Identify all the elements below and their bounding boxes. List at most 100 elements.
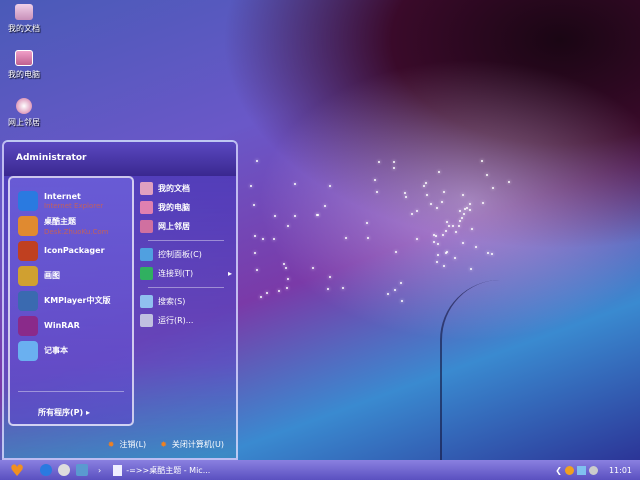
place-label: 我的电脑 (158, 202, 190, 213)
sparkle (462, 242, 464, 244)
place-item[interactable]: 控制面板(C) (140, 245, 232, 264)
tray-expand-icon[interactable]: ❮ (555, 466, 562, 475)
sparkle (461, 217, 463, 219)
sparkle (394, 289, 396, 291)
sparkle (411, 213, 413, 215)
sparkle (366, 222, 368, 224)
sparkle (253, 204, 255, 206)
sparkle (481, 160, 483, 162)
sparkle (469, 209, 471, 211)
program-subtitle: Internet Explorer (44, 202, 103, 210)
place-item[interactable]: 搜索(S) (140, 292, 232, 311)
sparkle (458, 225, 460, 227)
desktop-icon-my-computer[interactable]: 我的电脑 (2, 50, 46, 80)
place-icon (140, 267, 153, 280)
sparkle (285, 267, 287, 269)
clock-tray-icon[interactable] (589, 466, 598, 475)
window-title: -=>>桌酷主题 - Mic... (126, 465, 210, 476)
all-programs-button[interactable]: 所有程序(P) ▸ (38, 407, 90, 418)
sparkle (459, 210, 461, 212)
places-list: 我的文档我的电脑网上邻居控制面板(C) 连接到(T) ▸ 搜索(S) 运行(R)... (140, 176, 232, 330)
media-icon[interactable] (58, 464, 70, 476)
program-item[interactable]: 桌酷主题 Desk.ZhuoKu.Com (10, 213, 132, 238)
sparkle (471, 228, 473, 230)
shutdown-button[interactable]: ✸ 关闭计算机(U) (160, 439, 224, 450)
sparkle (254, 252, 256, 254)
network-tray-icon[interactable] (577, 466, 586, 475)
qq-icon[interactable] (565, 466, 574, 475)
sparkle (436, 207, 438, 209)
program-icon (18, 241, 38, 261)
program-item[interactable]: 画图 (10, 263, 132, 288)
sparkle (426, 194, 428, 196)
desktop-icon[interactable] (76, 464, 88, 476)
separator (18, 391, 124, 392)
sparkle (378, 161, 380, 163)
sparkle (376, 191, 378, 193)
user-name: Administrator (4, 142, 236, 176)
sparkle (433, 241, 435, 243)
sparkle (437, 254, 439, 256)
program-item[interactable]: Internet Internet Explorer (10, 188, 132, 213)
separator (148, 240, 224, 241)
sparkle (464, 208, 466, 210)
system-tray: ❮ 11:01 (555, 466, 640, 475)
logoff-button[interactable]: ✸ 注销(L) (108, 439, 146, 450)
sparkle (404, 192, 406, 194)
sparkle (342, 287, 344, 289)
word-icon (113, 465, 122, 476)
program-label: 桌酷主题 (44, 217, 76, 226)
sparkle (443, 191, 445, 193)
place-item[interactable]: 我的电脑 (140, 198, 232, 217)
desktop-icon-my-documents[interactable]: 我的文档 (2, 4, 46, 34)
sparkle (260, 296, 262, 298)
sparkle (446, 251, 448, 253)
sparkle (256, 269, 258, 271)
program-subtitle: Desk.ZhuoKu.Com (44, 228, 108, 236)
sparkle (491, 253, 493, 255)
shutdown-label: 关闭计算机(U) (172, 440, 224, 449)
program-item[interactable]: 记事本 (10, 338, 132, 363)
separator (148, 287, 224, 288)
program-text: KMPlayer中文版 (44, 295, 111, 306)
desktop-icon-network[interactable]: 网上邻居 (2, 98, 46, 128)
computer-icon (15, 50, 33, 66)
program-item[interactable]: WinRAR (10, 313, 132, 338)
place-item[interactable]: 我的文档 (140, 179, 232, 198)
chevron-icon[interactable]: › (98, 466, 101, 475)
taskbar-window-button[interactable]: -=>>桌酷主题 - Mic... (113, 465, 210, 476)
place-item[interactable]: 运行(R)... (140, 311, 232, 330)
program-text: 桌酷主题 Desk.ZhuoKu.Com (44, 216, 108, 236)
program-text: IconPackager (44, 246, 105, 255)
ie-icon[interactable] (40, 464, 52, 476)
start-button[interactable]: ♥ (0, 461, 34, 480)
place-icon (140, 295, 153, 308)
sparkle (486, 174, 488, 176)
place-item[interactable]: 连接到(T) ▸ (140, 264, 232, 283)
sparkle (400, 282, 402, 284)
sparkle (438, 171, 440, 173)
place-label: 搜索(S) (158, 296, 185, 307)
place-icon (140, 248, 153, 261)
place-icon (140, 201, 153, 214)
place-label: 我的文档 (158, 183, 190, 194)
place-label: 连接到(T) (158, 268, 193, 279)
program-item[interactable]: KMPlayer中文版 (10, 288, 132, 313)
sparkle (286, 287, 288, 289)
taskbar: ♥ › -=>>桌酷主题 - Mic... ❮ 11:01 (0, 460, 640, 480)
folder-icon (15, 4, 33, 20)
place-item[interactable]: 网上邻居 (140, 217, 232, 236)
sparkle (469, 203, 471, 205)
all-programs-label: 所有程序(P) (38, 408, 83, 417)
pinned-programs: Internet Internet Explorer 桌酷主题 Desk.ZhuoKu… (8, 176, 134, 426)
program-icon (18, 316, 38, 336)
sparkle (454, 257, 456, 259)
sparkle (423, 185, 425, 187)
clock[interactable]: 11:01 (609, 466, 632, 475)
place-icon (140, 220, 153, 233)
sparkle (425, 182, 427, 184)
sparkle (278, 290, 280, 292)
sparkle (283, 263, 285, 265)
wallpaper-stem (440, 280, 520, 480)
program-item[interactable]: IconPackager (10, 238, 132, 263)
